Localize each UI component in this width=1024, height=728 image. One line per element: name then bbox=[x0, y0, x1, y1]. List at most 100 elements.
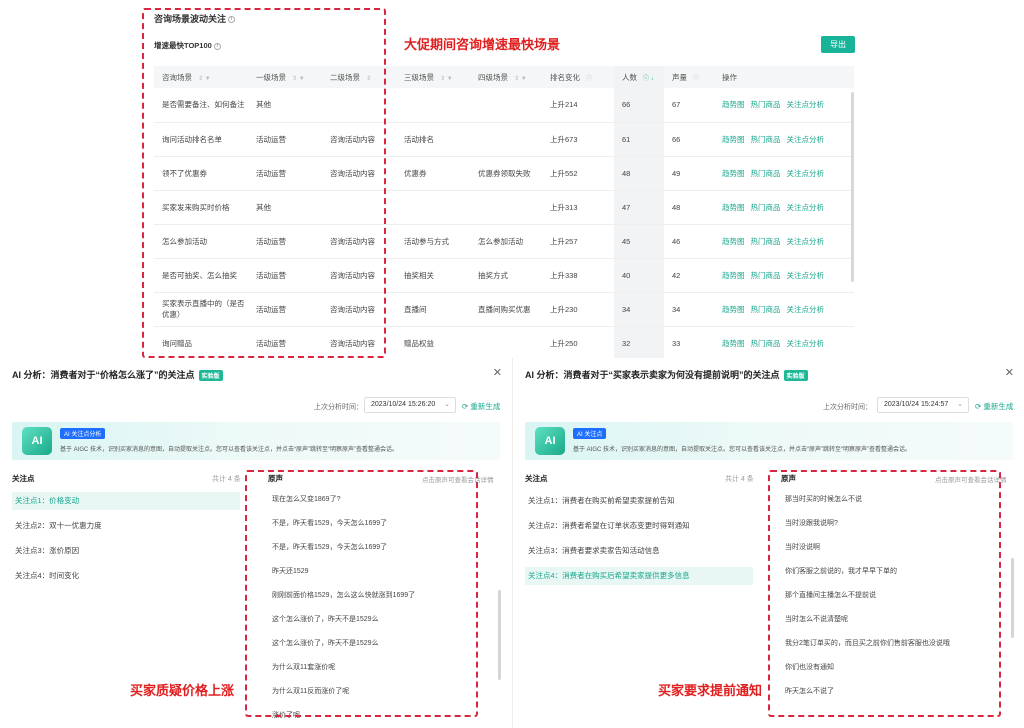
last-analysis-label: 上次分析时间： bbox=[314, 404, 363, 411]
trend-chart-link[interactable]: 趋势图 bbox=[722, 203, 745, 212]
focus-analysis-link[interactable]: 关注点分析 bbox=[787, 305, 825, 314]
table-row: 是否需要备注、如何备注 其他 上升214 66 67 趋势图 热门商品 关注点分析 bbox=[154, 88, 854, 123]
focus-point-item[interactable]: 关注点4：消费者在购买后希望卖家提供更多信息 bbox=[525, 567, 753, 585]
voice-item[interactable]: 你们客服之前说的，我才早早下单的 bbox=[785, 566, 897, 576]
hot-products-link[interactable]: 热门商品 bbox=[751, 169, 781, 178]
close-icon[interactable]: ✕ bbox=[493, 366, 502, 379]
voice-section-label: 原声 bbox=[781, 474, 796, 483]
ai-logo-icon: AI bbox=[22, 427, 52, 455]
regenerate-button[interactable]: ⟳ 重新生成 bbox=[975, 401, 1013, 412]
voice-item[interactable]: 这个怎么涨价了，昨天不是1529么 bbox=[272, 638, 379, 648]
sort-filter-icon[interactable]: ⇕ ▼ bbox=[514, 76, 527, 82]
sort-filter-icon[interactable]: ⇕ ▼ bbox=[440, 76, 453, 82]
sort-filter-icon[interactable]: ⇕ ▼ bbox=[198, 76, 211, 82]
col-header-level2[interactable]: 二级场景 ⇕ bbox=[322, 66, 396, 88]
trend-chart-link[interactable]: 趋势图 bbox=[722, 100, 745, 109]
table-row: 领不了优惠券 活动运营 咨询活动内容 优惠券 优惠券领取失败 上升552 48 49 趋势图 热门… bbox=[154, 156, 854, 191]
voice-item[interactable]: 不是，昨天看1529，今天怎么1699了 bbox=[272, 518, 387, 528]
voice-item[interactable]: 涨价了呢 bbox=[272, 710, 300, 720]
info-icon[interactable]: ⓘ bbox=[693, 76, 699, 82]
info-icon[interactable]: i bbox=[228, 16, 236, 24]
voice-item[interactable]: 为什么双11套涨价呢 bbox=[272, 662, 335, 672]
focus-point-item[interactable]: 关注点1：价格变动 bbox=[12, 492, 240, 510]
voice-item[interactable]: 不是，昨天看1529，今天怎么1699了 bbox=[272, 542, 387, 552]
focus-analysis-link[interactable]: 关注点分析 bbox=[787, 237, 825, 246]
hot-products-link[interactable]: 热门商品 bbox=[751, 271, 781, 280]
cell-l1: 活动运营 bbox=[248, 224, 322, 259]
col-header-volume[interactable]: 声量 ⓘ bbox=[664, 66, 714, 88]
trend-chart-link[interactable]: 趋势图 bbox=[722, 237, 745, 246]
sort-desc-icon[interactable]: ⓘ ↓ bbox=[643, 76, 654, 82]
table-scrollbar[interactable] bbox=[851, 92, 854, 282]
hot-products-link[interactable]: 热门商品 bbox=[751, 339, 781, 348]
ai-banner: AI AI 关注点 基于 AIGC 技术，识别买家消息的意图，自动提取关注点。您… bbox=[525, 422, 1013, 460]
export-button[interactable]: 导出 bbox=[821, 36, 855, 53]
analysis-time-select[interactable]: 2023/10/24 15:26:20 ⌄ bbox=[364, 397, 456, 413]
voice-hint: 点击原声可查看会话详情 bbox=[935, 477, 1007, 484]
sort-filter-icon[interactable]: ⇕ ▼ bbox=[292, 76, 305, 82]
trend-chart-link[interactable]: 趋势图 bbox=[722, 135, 745, 144]
trend-chart-link[interactable]: 趋势图 bbox=[722, 169, 745, 178]
voice-item[interactable]: 刚刚前面价格1529，怎么这么快就涨到1699了 bbox=[272, 590, 415, 600]
focus-analysis-link[interactable]: 关注点分析 bbox=[787, 135, 825, 144]
focus-analysis-link[interactable]: 关注点分析 bbox=[787, 100, 825, 109]
col-header-scene[interactable]: 咨询场景 ⇕ ▼ bbox=[154, 66, 248, 88]
cell-people: 48 bbox=[614, 156, 664, 191]
cell-rank: 上升673 bbox=[542, 122, 614, 157]
focus-analysis-link[interactable]: 关注点分析 bbox=[787, 169, 825, 178]
voice-item[interactable]: 昨天怎么不说了 bbox=[785, 686, 834, 696]
cell-volume: 33 bbox=[664, 326, 714, 358]
annotation-top: 大促期间咨询增速最快场景 bbox=[404, 37, 561, 52]
voice-item[interactable]: 你们也没有通知 bbox=[785, 662, 834, 672]
voice-item[interactable]: 我分2笔订单买的，而且买之前你们售前客服也没说哦 bbox=[785, 638, 950, 648]
trend-chart-link[interactable]: 趋势图 bbox=[722, 305, 745, 314]
close-icon[interactable]: ✕ bbox=[1005, 366, 1014, 379]
cell-l4: 优惠券领取失败 bbox=[470, 156, 542, 191]
info-icon[interactable]: ⓘ bbox=[586, 76, 592, 82]
voice-item[interactable]: 现在怎么又变1869了? bbox=[272, 494, 340, 504]
cell-l1: 活动运营 bbox=[248, 258, 322, 293]
focus-point-item[interactable]: 关注点3：涨价原因 bbox=[12, 542, 240, 560]
col-header-level4[interactable]: 四级场景 ⇕ ▼ bbox=[470, 66, 542, 88]
focus-point-item[interactable]: 关注点3：消费者要求卖家告知活动信息 bbox=[525, 542, 753, 560]
voice-item[interactable]: 当时怎么不说清楚呢 bbox=[785, 614, 848, 624]
voice-item[interactable]: 这个怎么涨价了，昨天不是1529么 bbox=[272, 614, 379, 624]
col-header-level3[interactable]: 三级场景 ⇕ ▼ bbox=[396, 66, 470, 88]
cell-l2: 咨询活动内容 bbox=[322, 326, 396, 358]
col-header-level1[interactable]: 一级场景 ⇕ ▼ bbox=[248, 66, 322, 88]
beta-badge: 实验版 bbox=[783, 370, 808, 382]
chevron-down-icon: ⌄ bbox=[444, 401, 450, 408]
focus-point-item[interactable]: 关注点4：时间变化 bbox=[12, 567, 240, 585]
trend-chart-link[interactable]: 趋势图 bbox=[722, 339, 745, 348]
hot-products-link[interactable]: 热门商品 bbox=[751, 100, 781, 109]
voice-item[interactable]: 当时没说啊 bbox=[785, 542, 820, 552]
info-icon[interactable]: i bbox=[213, 42, 221, 50]
hot-products-link[interactable]: 热门商品 bbox=[751, 203, 781, 212]
voice-item[interactable]: 昨天还1529 bbox=[272, 566, 309, 576]
focus-analysis-link[interactable]: 关注点分析 bbox=[787, 271, 825, 280]
voice-item[interactable]: 那个直播间主播怎么不提前说 bbox=[785, 590, 876, 600]
banner-text: 基于 AIGC 技术，识别买家消息的意图，自动提取关注点。您可以查看该关注点，并… bbox=[60, 447, 398, 453]
col-header-people[interactable]: 人数 ⓘ ↓ bbox=[614, 66, 664, 88]
hot-products-link[interactable]: 热门商品 bbox=[751, 305, 781, 314]
voice-item[interactable]: 那当时买的时候怎么不说 bbox=[785, 494, 862, 504]
hot-products-link[interactable]: 热门商品 bbox=[751, 237, 781, 246]
voice-item[interactable]: 为什么双11反而涨价了呢 bbox=[272, 686, 349, 696]
trend-chart-link[interactable]: 趋势图 bbox=[722, 271, 745, 280]
cell-l2: 咨询活动内容 bbox=[322, 292, 396, 327]
focus-analysis-link[interactable]: 关注点分析 bbox=[787, 339, 825, 348]
cell-l1: 其他 bbox=[248, 190, 322, 225]
focus-point-item[interactable]: 关注点1：消费者在购买前希望卖家提前告知 bbox=[525, 492, 753, 510]
voice-item[interactable]: 当时没跟我说啊? bbox=[785, 518, 838, 528]
annotation-right: 买家要求提前通知 bbox=[658, 683, 763, 698]
focus-analysis-link[interactable]: 关注点分析 bbox=[787, 203, 825, 212]
focus-point-item[interactable]: 关注点2：消费者希望在订单状态变更时得到通知 bbox=[525, 517, 753, 535]
analysis-time-select[interactable]: 2023/10/24 15:24:57 ⌄ bbox=[877, 397, 969, 413]
regenerate-button[interactable]: ⟳ 重新生成 bbox=[462, 401, 500, 412]
focus-point-item[interactable]: 关注点2：双十一优惠力度 bbox=[12, 517, 240, 535]
col-header-rank[interactable]: 排名变化 ⓘ bbox=[542, 66, 614, 88]
voice-scrollbar[interactable] bbox=[498, 590, 501, 680]
sort-filter-icon[interactable]: ⇕ bbox=[366, 76, 371, 82]
voice-scrollbar[interactable] bbox=[1011, 558, 1014, 638]
hot-products-link[interactable]: 热门商品 bbox=[751, 135, 781, 144]
